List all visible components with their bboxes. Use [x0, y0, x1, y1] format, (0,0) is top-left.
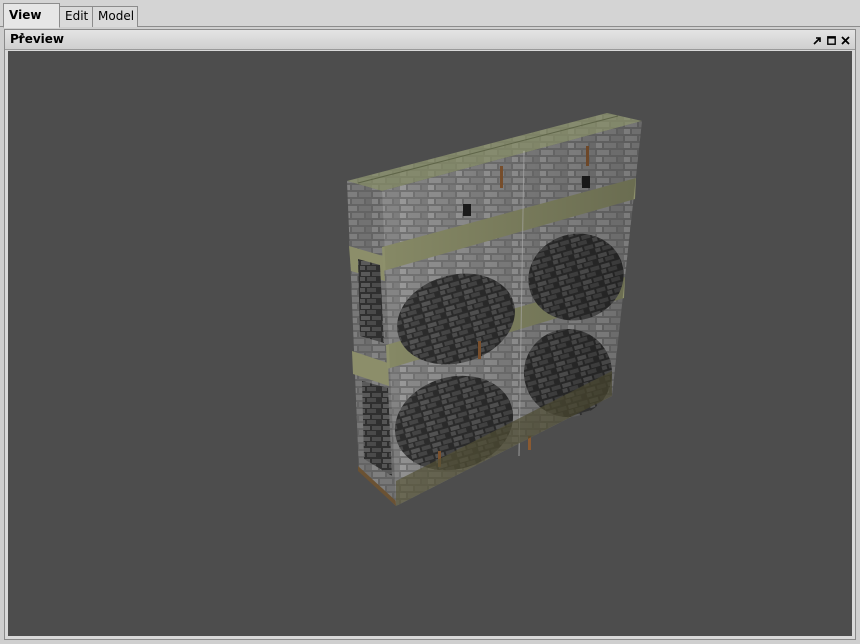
tab-strip: View↗ Edit Model [0, 0, 860, 42]
pin-icon[interactable]: ↗ [17, 26, 25, 48]
tab-model-label: Model [98, 9, 135, 23]
app-window: View↗ Edit Model Preview [0, 0, 860, 644]
pin-icon[interactable] [812, 34, 823, 46]
panel-header: Preview [5, 30, 855, 50]
tab-view[interactable]: View↗ [3, 3, 60, 42]
tab-view-label: View [9, 8, 42, 22]
preview-panel: Preview [4, 29, 856, 640]
3d-viewport[interactable] [8, 51, 852, 636]
tab-model[interactable]: Model [92, 6, 138, 27]
panel-controls [812, 33, 851, 47]
maximize-icon[interactable] [826, 34, 837, 46]
close-icon[interactable] [840, 34, 851, 46]
tab-edit[interactable]: Edit [59, 6, 93, 27]
wall-model [347, 113, 642, 506]
tab-edit-label: Edit [65, 9, 89, 23]
